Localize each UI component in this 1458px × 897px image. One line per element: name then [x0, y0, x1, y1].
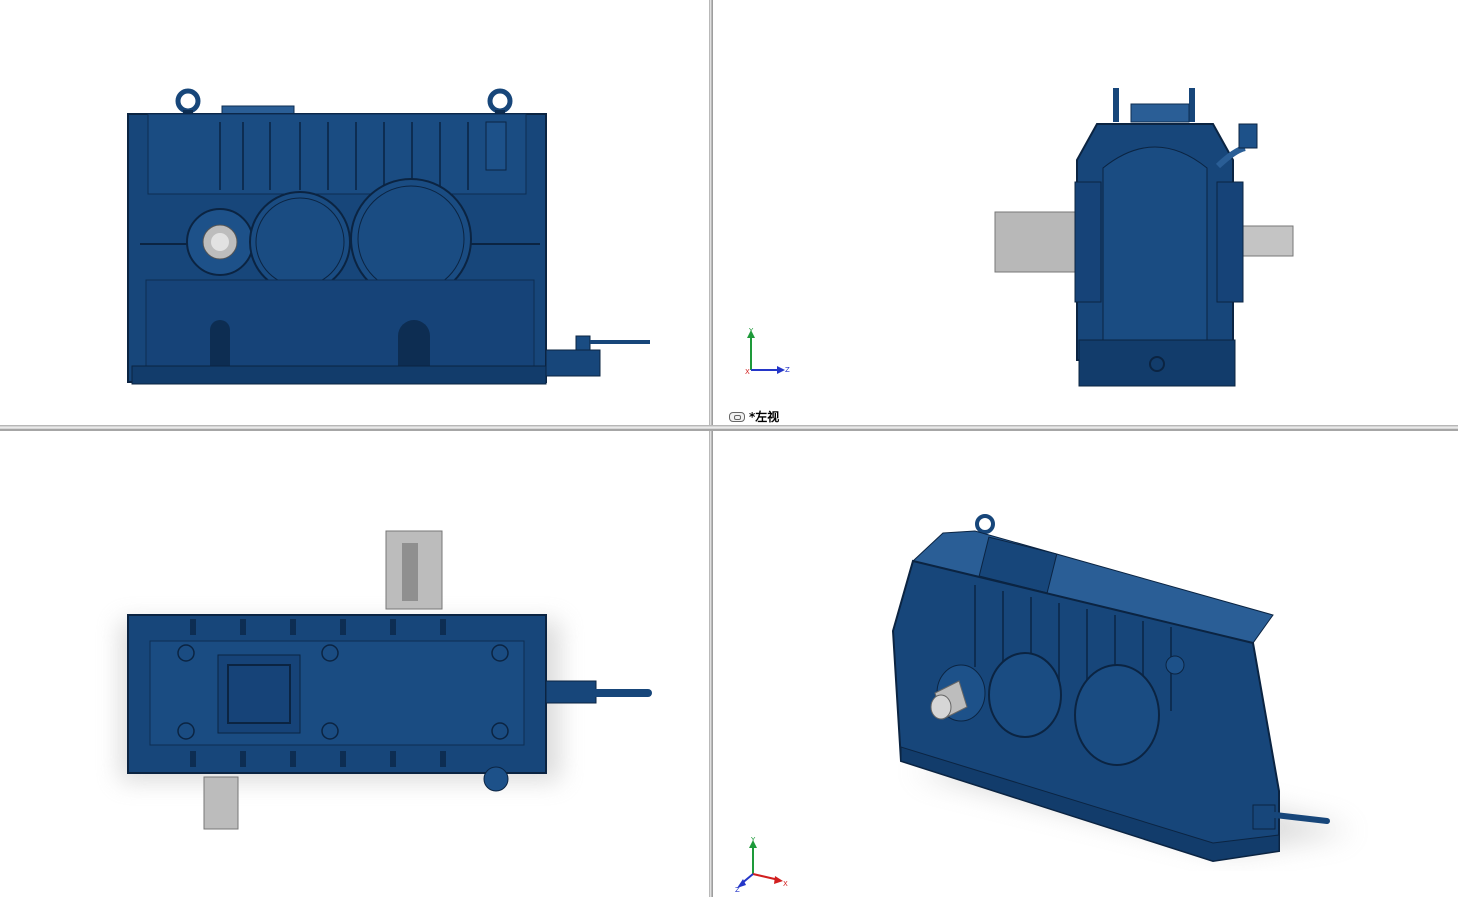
horizontal-splitter[interactable]: [0, 425, 1458, 431]
triad-z-label: Z: [785, 366, 790, 374]
triad-y-label: Y: [748, 327, 754, 335]
left-view-model[interactable]: [713, 0, 1458, 425]
coordinate-triad-iso: Y X Z: [735, 836, 788, 892]
triad-z-label: Z: [735, 886, 740, 892]
top-view-model[interactable]: [0, 431, 709, 897]
front-view-model[interactable]: [0, 0, 709, 425]
view-name-text: *左视: [749, 410, 780, 424]
isometric-view-model[interactable]: [713, 431, 1458, 897]
triad-x-label: X: [745, 368, 750, 376]
coordinate-triad: Y Z X: [745, 327, 790, 376]
viewport-isometric[interactable]: Y X Z: [713, 431, 1458, 897]
triad-x-label: X: [783, 880, 788, 888]
link-icon[interactable]: [729, 411, 745, 422]
vertical-splitter[interactable]: [709, 0, 713, 897]
viewport-top[interactable]: [0, 431, 709, 897]
triad-y-label: Y: [750, 836, 756, 844]
viewport-left[interactable]: Y Z X *左视: [713, 0, 1458, 425]
viewport-front[interactable]: [0, 0, 709, 425]
view-name-label[interactable]: *左视: [729, 408, 779, 425]
